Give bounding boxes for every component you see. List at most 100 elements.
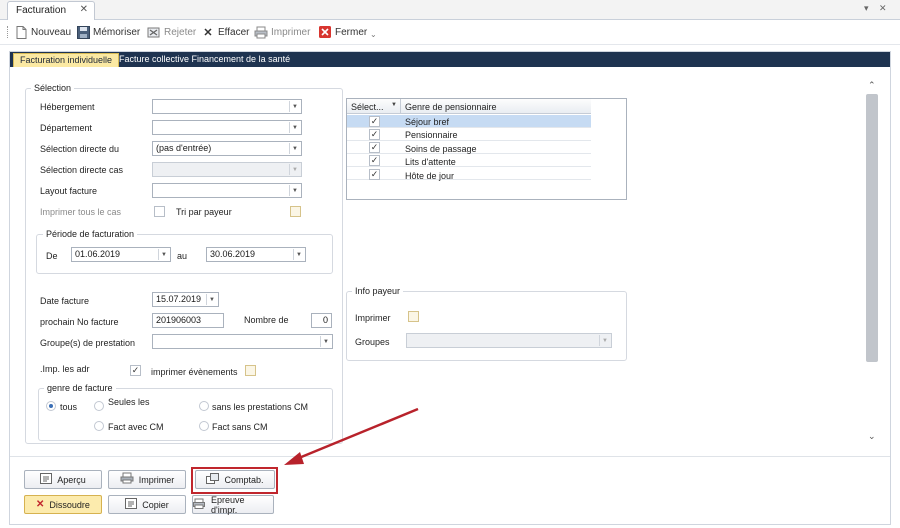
toolbar-grip <box>7 26 8 38</box>
grid-row-checkbox[interactable]: ✓ <box>369 169 380 180</box>
save-icon <box>76 25 90 39</box>
reject-button[interactable]: Rejeter <box>147 24 196 40</box>
print-label: Imprimer <box>271 26 311 38</box>
radio-seules-prestations[interactable] <box>94 401 104 411</box>
chevron-down-icon: ▼ <box>293 249 304 260</box>
radio-avec-cm[interactable] <box>94 421 104 431</box>
genre-facture-title: genre de facture <box>44 383 116 393</box>
info-payeur-groupes-select[interactable]: ▼ <box>406 333 612 348</box>
prochain-no-input[interactable]: 201906003 <box>152 313 224 328</box>
grid-row-checkbox[interactable]: ✓ <box>369 142 380 153</box>
radio-avec-cm-label: Fact avec CM <box>108 422 164 432</box>
radio-tous[interactable] <box>46 401 56 411</box>
selection-directe-du-label: Sélection directe du <box>40 144 120 154</box>
grid-header-select[interactable]: Sélect... <box>351 102 384 112</box>
grid-row[interactable] <box>347 128 591 141</box>
info-payeur-title: Info payeur <box>352 286 404 296</box>
epreuve-button[interactable]: Epreuve d'impr. <box>192 495 274 515</box>
document-tab-facturation[interactable]: Facturation ✕ <box>7 1 95 20</box>
button-area-divider <box>10 456 890 457</box>
scroll-up-icon[interactable]: ⌃ <box>868 80 876 91</box>
nombre-de-value: 0 <box>322 315 328 325</box>
close-red-icon <box>318 25 332 39</box>
info-payeur-groupes-label: Groupes <box>355 337 390 347</box>
info-payeur-imprimer-checkbox[interactable] <box>408 311 419 322</box>
date-de-value: 01.06.2019 <box>75 249 121 259</box>
imp-adr-label: .Imp. les adr <box>40 364 90 374</box>
au-label: au <box>177 251 188 261</box>
info-payeur-group <box>346 291 627 361</box>
grid-row[interactable] <box>347 115 591 128</box>
copier-button[interactable]: Copier <box>108 495 186 514</box>
preview-icon <box>40 472 53 487</box>
scroll-down-icon[interactable]: ⌄ <box>868 431 876 442</box>
close-label: Fermer <box>335 26 368 38</box>
tab-facturation-individuelle[interactable]: Facturation individuelle <box>13 53 120 67</box>
grid-column-divider <box>400 99 401 114</box>
chevron-down-icon[interactable]: ▾ <box>864 3 869 14</box>
departement-label: Département <box>40 123 93 133</box>
grid-row-checkbox[interactable]: ✓ <box>369 155 380 166</box>
copy-icon <box>125 497 138 512</box>
date-facture-picker[interactable]: 15.07.2019 ▼ <box>152 292 219 307</box>
layout-facture-select[interactable]: ▼ <box>152 183 302 198</box>
grid-header-genre[interactable]: Genre de pensionnaire <box>405 102 497 112</box>
copier-label: Copier <box>142 499 169 510</box>
comptab-annotation-box <box>191 467 278 494</box>
tri-par-payeur-checkbox[interactable] <box>290 206 301 217</box>
x-icon: ✕ <box>203 26 213 39</box>
chevron-down-icon: ▼ <box>289 122 300 133</box>
save-button[interactable]: Mémoriser <box>76 24 140 40</box>
chevron-down-icon: ▼ <box>320 336 331 347</box>
tab-facture-collective[interactable]: Facture collective Financement de la san… <box>119 54 290 64</box>
imprimer-tous-label: Imprimer tous le cas <box>40 207 122 217</box>
nombre-de-input[interactable]: 0 <box>311 313 332 328</box>
grid-row-checkbox[interactable]: ✓ <box>369 129 380 140</box>
groupes-prestation-select[interactable]: ▼ <box>152 334 333 349</box>
print-button[interactable]: Imprimer <box>254 24 310 40</box>
apercu-button[interactable]: Aperçu <box>24 470 102 489</box>
dissoudre-button[interactable]: ✕ Dissoudre <box>24 495 102 514</box>
delete-button[interactable]: ✕ Effacer <box>201 24 250 40</box>
date-facture-value: 15.07.2019 <box>156 294 202 304</box>
info-payeur-imprimer-label: Imprimer <box>355 313 391 323</box>
close-icon[interactable]: ✕ <box>80 4 88 15</box>
document-tab-title: Facturation <box>16 5 67 16</box>
radio-sans-prestations[interactable] <box>199 401 209 411</box>
delete-label: Effacer <box>218 26 250 38</box>
scrollbar-thumb[interactable] <box>866 94 878 362</box>
radio-sans-cm[interactable] <box>199 421 209 431</box>
grid-row-checkbox[interactable]: ✓ <box>369 116 380 127</box>
window-close-icon[interactable]: ✕ <box>879 3 887 14</box>
grid-row-label: Lits d'attente <box>405 157 456 167</box>
de-label: De <box>46 251 58 261</box>
grid-row-label: Soins de passage <box>405 144 477 154</box>
grid-row-label: Séjour bref <box>405 117 450 127</box>
periode-title: Période de facturation <box>43 229 138 239</box>
date-au-value: 30.06.2019 <box>210 249 256 259</box>
imprimer-button[interactable]: Imprimer <box>108 470 186 489</box>
imprimer-evenements-checkbox[interactable] <box>245 365 256 376</box>
date-au-picker[interactable]: 30.06.2019 ▼ <box>206 247 306 262</box>
imprimer-tous-checkbox[interactable] <box>154 206 165 217</box>
chevron-down-icon: ▼ <box>158 249 169 260</box>
grid-row[interactable] <box>347 167 591 180</box>
selection-directe-du-select[interactable]: (pas d'entrée) ▼ <box>152 141 302 156</box>
departement-select[interactable]: ▼ <box>152 120 302 135</box>
new-button[interactable]: Nouveau <box>14 24 71 40</box>
layout-facture-label: Layout facture <box>40 186 98 196</box>
close-button[interactable]: Fermer <box>318 24 367 40</box>
selection-directe-cas-label: Sélection directe cas <box>40 165 124 175</box>
imp-adr-checkbox[interactable]: ✓ <box>130 365 141 376</box>
grid-row[interactable] <box>347 154 591 167</box>
hebergement-select[interactable]: ▼ <box>152 99 302 114</box>
chevron-down-icon: ▼ <box>289 101 300 112</box>
dissoudre-label: Dissoudre <box>49 499 90 510</box>
nombre-de-label: Nombre de <box>244 315 289 325</box>
x-icon: ✕ <box>36 499 45 510</box>
selection-directe-cas-select[interactable]: ▼ <box>152 162 302 177</box>
chevron-down-icon[interactable]: ▼ <box>391 102 397 108</box>
date-de-picker[interactable]: 01.06.2019 ▼ <box>71 247 171 262</box>
toolbar-overflow-icon[interactable]: ⌄ <box>370 30 377 39</box>
annotation-arrow <box>284 407 419 465</box>
